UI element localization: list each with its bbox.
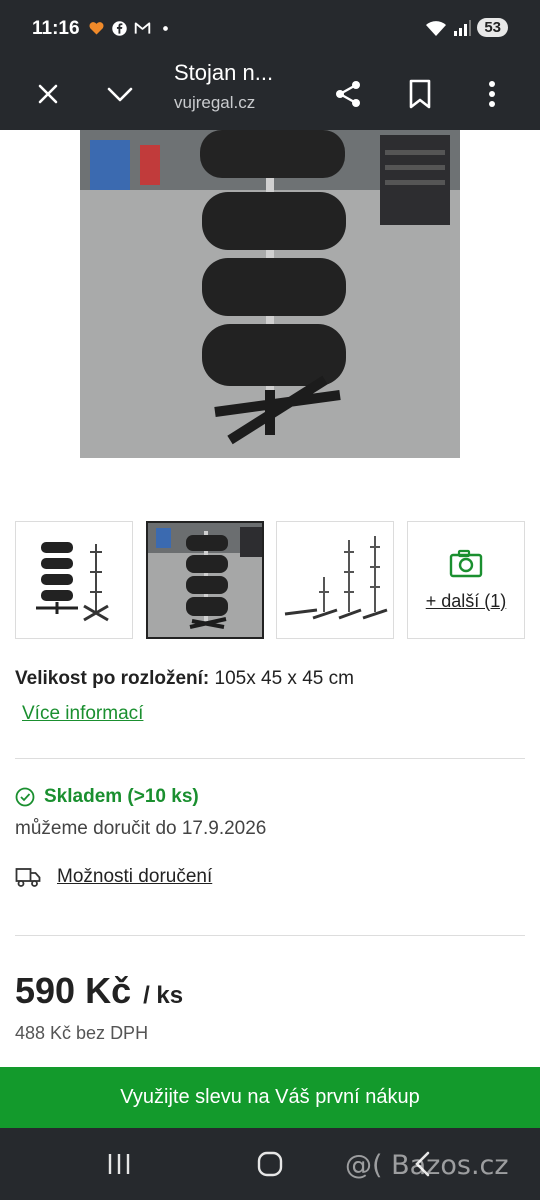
- thumbnail-3[interactable]: [276, 521, 394, 639]
- thumbnail-2[interactable]: [146, 521, 264, 639]
- more-options-button[interactable]: [468, 70, 516, 118]
- recents-icon: [108, 1154, 130, 1174]
- camera-icon: [449, 549, 483, 577]
- product-image[interactable]: [80, 130, 460, 458]
- facebook-icon: [112, 21, 127, 36]
- page-title: Stojan n...: [174, 60, 274, 85]
- home-button[interactable]: [250, 1146, 290, 1182]
- more-images-button[interactable]: + další (1): [407, 521, 525, 639]
- stock-status-label: Skladem (>10 ks): [44, 786, 199, 807]
- delivery-options-label: Možnosti doručení: [57, 866, 213, 887]
- more-images-label: + další (1): [425, 590, 507, 611]
- price-row: 590 Kč / ks: [15, 970, 183, 1012]
- thumbnail-1[interactable]: [15, 521, 133, 639]
- heart-icon: [89, 22, 104, 35]
- truck-icon: [15, 868, 41, 887]
- chevron-down-icon: [107, 87, 133, 102]
- close-tab-button[interactable]: [24, 70, 72, 118]
- price: 590 Kč: [15, 970, 132, 1011]
- more-info-link[interactable]: Více informací: [22, 703, 143, 725]
- size-spec-value: 105x 45 x 45 cm: [209, 668, 354, 689]
- price-unit: / ks: [143, 982, 184, 1009]
- check-circle-icon: [15, 787, 35, 807]
- stock-status: Skladem (>10 ks): [15, 786, 199, 808]
- home-icon: [257, 1151, 283, 1177]
- browser-toolbar: Stojan n... vujregal.cz: [0, 58, 540, 130]
- status-bar: 11:16 53: [0, 0, 540, 58]
- promo-banner[interactable]: Využijte slevu na Váš první nákup: [0, 1067, 540, 1128]
- delivery-options-link[interactable]: Možnosti doručení: [15, 866, 212, 888]
- recents-button[interactable]: [99, 1146, 139, 1182]
- size-spec: Velikost po rozložení: 105x 45 x 45 cm: [15, 668, 354, 690]
- watermark: @( Bazos.cz: [345, 1150, 509, 1181]
- signal-icon: [454, 19, 472, 36]
- dot-icon: [163, 26, 168, 31]
- notification-icons: [88, 20, 174, 37]
- page-url[interactable]: vujregal.cz: [174, 93, 255, 113]
- divider: [15, 935, 525, 936]
- battery-indicator: 53: [477, 18, 508, 37]
- gmail-icon: [134, 22, 151, 34]
- close-icon: [38, 84, 58, 104]
- share-icon: [336, 81, 360, 107]
- price-without-vat: 488 Kč bez DPH: [15, 1023, 149, 1043]
- wifi-icon: [426, 20, 447, 36]
- collapse-button[interactable]: [96, 70, 144, 118]
- bookmark-button[interactable]: [396, 70, 444, 118]
- delivery-date: můžeme doručit do 17.9.2026: [15, 818, 267, 839]
- status-time: 11:16: [32, 18, 80, 39]
- status-right: 53: [425, 18, 508, 37]
- more-vertical-icon: [489, 81, 495, 107]
- divider: [15, 758, 525, 759]
- share-button[interactable]: [324, 70, 372, 118]
- size-spec-label: Velikost po rozložení:: [15, 668, 210, 689]
- bookmark-icon: [409, 79, 431, 109]
